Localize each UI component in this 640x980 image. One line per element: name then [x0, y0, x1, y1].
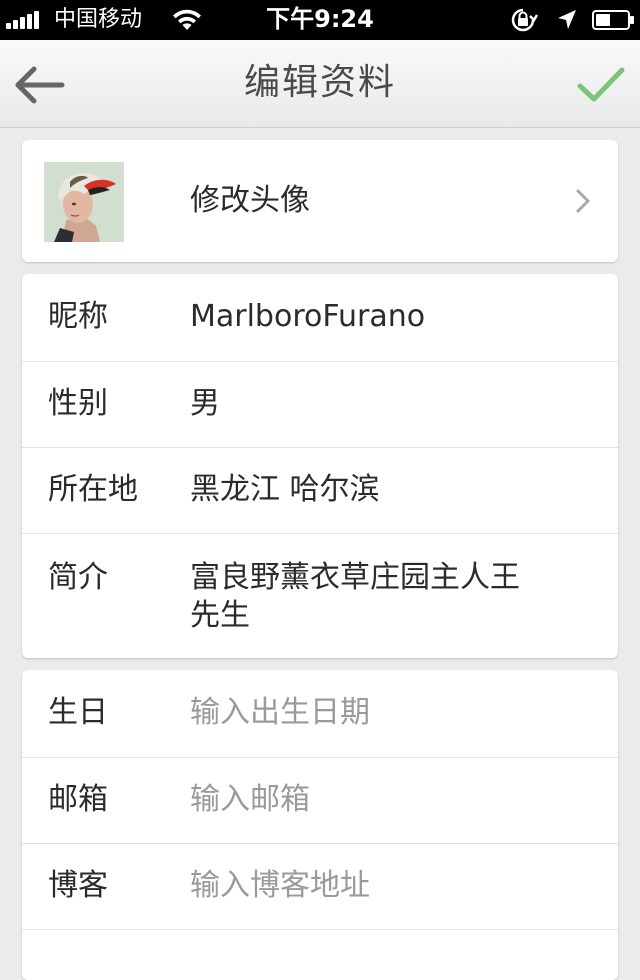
blog-label: 博客 [48, 868, 108, 903]
page-title: 编辑资料 [243, 62, 396, 103]
avatar [44, 162, 124, 242]
back-button[interactable] [10, 60, 70, 110]
extra-info-card: 生日 输入出生日期 邮箱 输入邮箱 博客 输入博客地址 [22, 670, 618, 980]
gender-label: 性别 [48, 386, 108, 421]
nickname-row[interactable]: 昵称 MarlboroFurano [22, 274, 618, 361]
battery-icon [592, 9, 636, 35]
birthday-row[interactable]: 生日 输入出生日期 [22, 670, 618, 757]
email-input[interactable]: 输入邮箱 [190, 780, 590, 820]
chevron-right-icon [574, 188, 592, 218]
rotation-lock-icon [506, 7, 540, 37]
status-bar: 中国移动 下午9:24 [0, 0, 640, 40]
bio-row[interactable]: 简介 富良野薰衣草庄园主人王 先生 [22, 534, 618, 658]
gender-row[interactable]: 性别 男 [22, 362, 618, 448]
bio-value-line-2: 先生 [190, 598, 250, 633]
location-label: 所在地 [48, 472, 138, 507]
profile-info-card: 昵称 MarlboroFurano 性别 男 所在地 黑龙江 哈尔滨 简介 富良… [22, 274, 618, 658]
bio-value-line-1: 富良野薰衣草庄园主人王 [190, 560, 520, 595]
email-label: 邮箱 [48, 782, 108, 817]
navigation-bar: 编辑资料 [0, 40, 640, 128]
change-avatar-label: 修改头像 [190, 183, 310, 218]
save-button[interactable] [570, 60, 632, 110]
location-row[interactable]: 所在地 黑龙江 哈尔滨 [22, 448, 618, 534]
blog-input[interactable]: 输入博客地址 [190, 866, 590, 906]
back-arrow-icon [15, 66, 65, 104]
location-value: 黑龙江 哈尔滨 [190, 472, 380, 507]
status-time: 下午9:24 [266, 5, 374, 33]
change-avatar-row[interactable]: 修改头像 [22, 140, 618, 262]
bio-label: 简介 [48, 560, 108, 595]
birthday-label: 生日 [48, 695, 108, 730]
blog-row[interactable]: 博客 输入博客地址 [22, 844, 618, 930]
gender-value: 男 [190, 386, 220, 421]
location-arrow-icon [555, 8, 579, 36]
nickname-label: 昵称 [48, 299, 108, 334]
birthday-input[interactable]: 输入出生日期 [190, 693, 590, 733]
email-row[interactable]: 邮箱 输入邮箱 [22, 758, 618, 844]
nickname-value: MarlboroFurano [190, 299, 426, 334]
checkmark-icon [577, 67, 625, 102]
next-row-partial[interactable] [22, 930, 618, 980]
